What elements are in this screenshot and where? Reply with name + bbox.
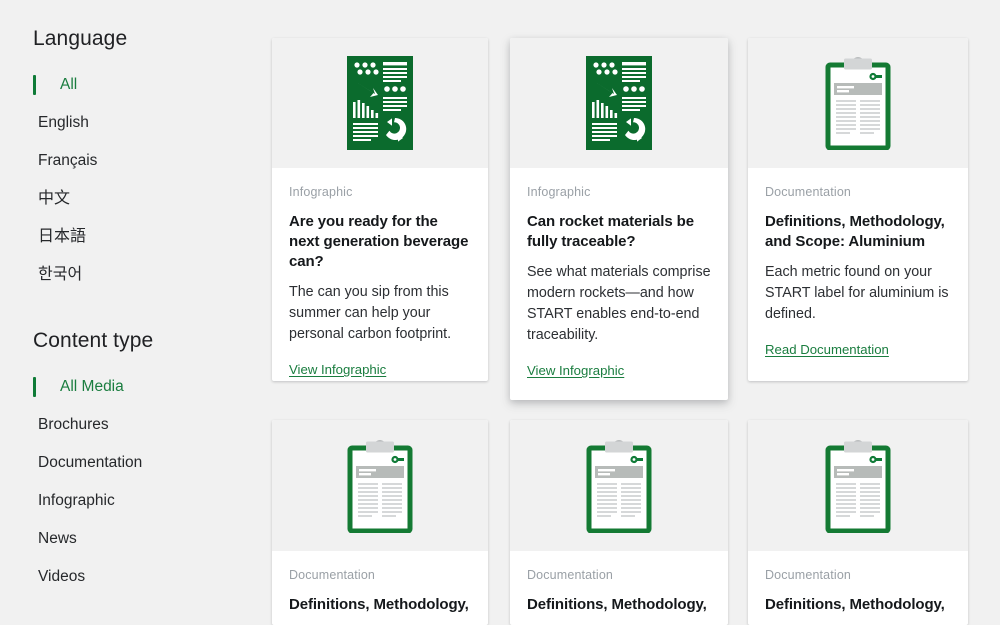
card-title: Definitions, Methodology, [289,596,469,613]
sidebar-item-label: All Media [60,378,124,395]
card-kicker: Documentation [765,185,852,199]
media-card[interactable]: Infographic Are you ready for the next g… [272,38,488,381]
active-indicator-bar [33,265,36,285]
card-thumbnail [510,420,728,551]
active-indicator-bar [33,227,36,247]
sidebar-item-language-korean[interactable]: 한국어 [33,256,268,294]
sidebar-item-language-all[interactable]: All [33,66,268,104]
card-kicker: Documentation [527,568,614,582]
media-card[interactable]: Infographic Can rocket materials be full… [510,38,728,400]
sidebar-item-content-news[interactable]: News [33,520,268,558]
card-thumbnail [510,38,728,168]
active-indicator-bar [33,453,36,473]
card-kicker: Infographic [527,185,591,199]
active-indicator-bar [33,529,36,549]
infographic-icon [586,56,652,150]
clipboard-document-icon [347,439,413,533]
card-body: Documentation Definitions, Methodology, [272,551,488,615]
card-description: See what materials comprise modern rocke… [527,264,711,343]
clipboard-document-icon [825,439,891,533]
card-link[interactable]: View Infographic [527,363,624,378]
sidebar-item-label: Infographic [38,492,115,509]
facet-title-language: Language [33,27,128,50]
card-description: Each metric found on your START label fo… [765,264,949,322]
card-thumbnail [748,38,968,168]
media-library-page: Language All English Français 中文 日本語 한국어… [0,0,1000,625]
sidebar-item-content-brochures[interactable]: Brochures [33,406,268,444]
facet-title-content-type: Content type [33,329,154,352]
sidebar-item-label: English [38,114,89,131]
card-description: The can you sip from this summer can hel… [289,284,452,342]
card-link[interactable]: View Infographic [289,362,386,377]
card-title: Can rocket materials be fully traceable? [527,213,694,250]
media-card[interactable]: Documentation Definitions, Methodology, [748,420,968,625]
sidebar-item-label: 日本語 [38,228,87,245]
sidebar-item-label: Brochures [38,416,109,433]
sidebar-item-label: 中文 [38,190,71,207]
facet-content-type: Content type All Media Brochures Documen… [33,328,268,596]
sidebar-item-label: Français [38,152,98,169]
sidebar-item-label: 한국어 [38,266,83,283]
active-indicator-bar [33,75,36,95]
card-kicker: Documentation [289,568,376,582]
sidebar-item-language-francais[interactable]: Français [33,142,268,180]
sidebar-item-label: All [60,76,78,93]
infographic-icon [347,56,413,150]
media-card[interactable]: Documentation Definitions, Methodology, [510,420,728,625]
card-kicker: Infographic [289,185,353,199]
card-title: Definitions, Methodology, [765,596,945,613]
sidebar-item-content-all-media[interactable]: All Media [33,368,268,406]
card-body: Documentation Definitions, Methodology, [748,551,968,615]
card-body: Infographic Can rocket materials be full… [510,168,728,380]
card-body: Infographic Are you ready for the next g… [272,168,488,379]
facet-list-language: All English Français 中文 日本語 한국어 [33,66,268,294]
active-indicator-bar [33,415,36,435]
active-indicator-bar [33,491,36,511]
sidebar-item-language-japanese[interactable]: 日本語 [33,218,268,256]
sidebar-item-label: Documentation [38,454,143,471]
clipboard-document-icon [586,439,652,533]
active-indicator-bar [33,113,36,133]
active-indicator-bar [33,189,36,209]
card-body: Documentation Definitions, Methodology, [510,551,728,615]
active-indicator-bar [33,567,36,587]
facet-list-content-type: All Media Brochures Documentation Infogr… [33,368,268,596]
card-title: Are you ready for the next generation be… [289,213,469,270]
facet-language: Language All English Français 中文 日本語 한국어 [33,26,268,294]
card-link[interactable]: Read Documentation [765,342,889,357]
card-thumbnail [272,420,488,551]
active-indicator-bar [33,377,36,397]
media-card[interactable]: Documentation Definitions, Methodology, … [748,38,968,381]
sidebar-item-label: Videos [38,568,86,585]
sidebar-item-label: News [38,530,77,547]
card-thumbnail [748,420,968,551]
sidebar-item-content-videos[interactable]: Videos [33,558,268,596]
clipboard-document-icon [825,56,891,150]
card-title: Definitions, Methodology, [527,596,707,613]
card-thumbnail [272,38,488,168]
media-card-grid: Infographic Are you ready for the next g… [272,0,1000,625]
media-card[interactable]: Documentation Definitions, Methodology, [272,420,488,625]
sidebar-item-language-english[interactable]: English [33,104,268,142]
sidebar-item-content-infographic[interactable]: Infographic [33,482,268,520]
sidebar-item-content-documentation[interactable]: Documentation [33,444,268,482]
card-title: Definitions, Methodology, and Scope: Alu… [765,213,945,250]
filters-sidebar: Language All English Français 中文 日本語 한국어… [0,0,268,625]
active-indicator-bar [33,151,36,171]
sidebar-item-language-chinese[interactable]: 中文 [33,180,268,218]
card-kicker: Documentation [765,568,852,582]
card-body: Documentation Definitions, Methodology, … [748,168,968,359]
